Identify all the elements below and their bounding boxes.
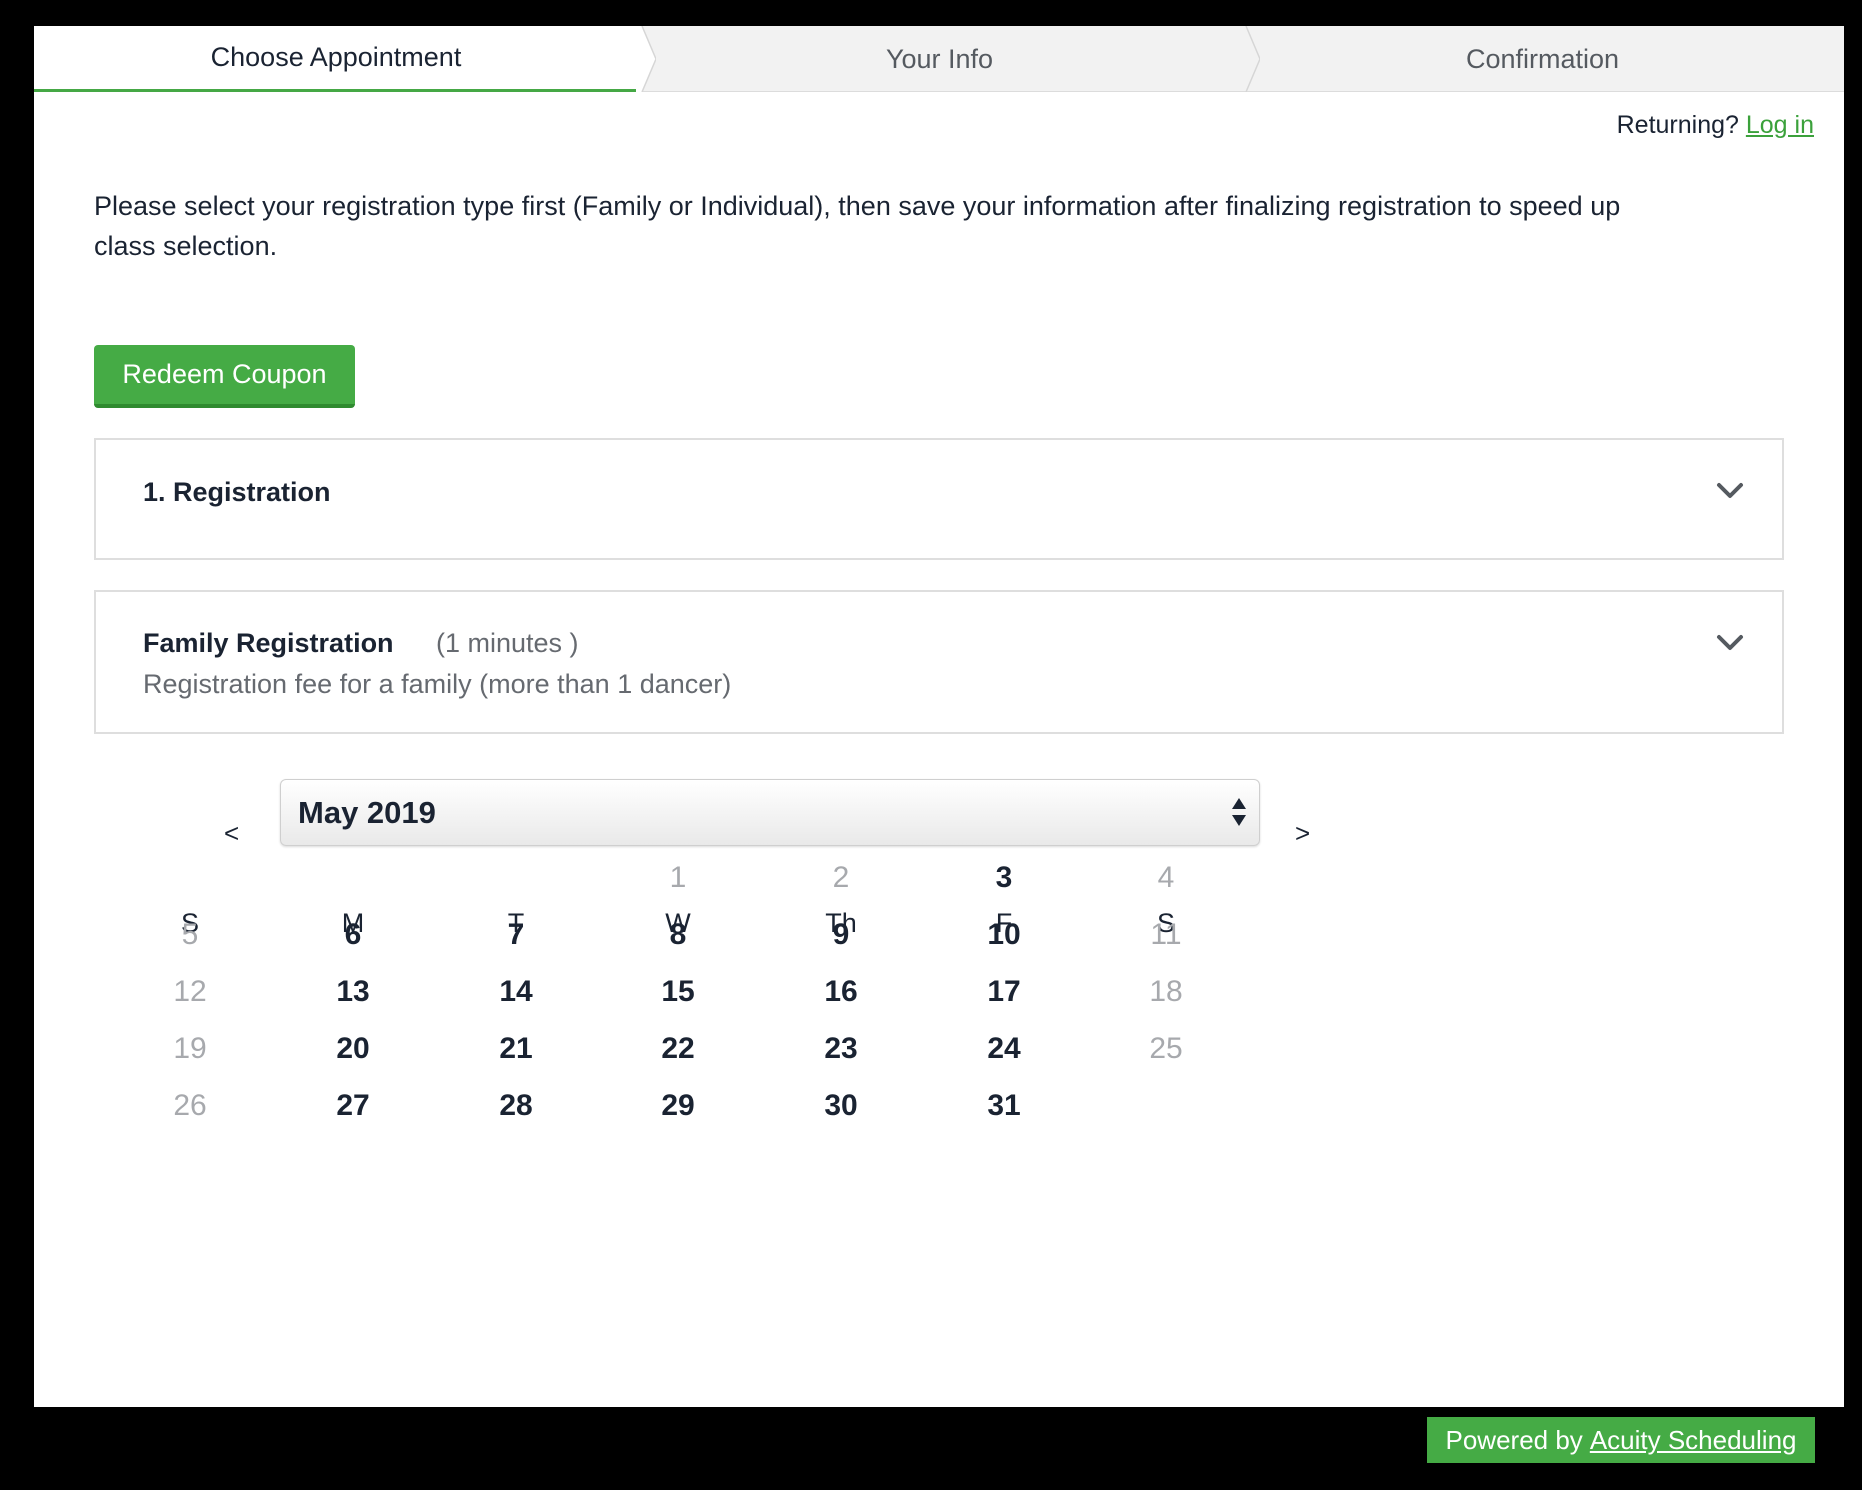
- calendar-day-available[interactable]: 29: [618, 1089, 738, 1123]
- calendar-day-available[interactable]: 8: [618, 918, 738, 952]
- appointment-panel[interactable]: Family Registration (1 minutes ) Registr…: [94, 590, 1784, 734]
- calendar-day-available[interactable]: 31: [944, 1089, 1064, 1123]
- calendar-day-available[interactable]: 15: [618, 975, 738, 1009]
- calendar-day-available[interactable]: 6: [293, 918, 413, 952]
- calendar-day-available[interactable]: 30: [781, 1089, 901, 1123]
- calendar-day-available[interactable]: 10: [944, 918, 1064, 952]
- appointment-description: Registration fee for a family (more than…: [143, 669, 732, 699]
- category-title: 1. Registration: [143, 477, 331, 507]
- calendar-day-available[interactable]: 27: [293, 1089, 413, 1123]
- step-choose-appointment[interactable]: Choose Appointment: [34, 26, 638, 92]
- calendar-day-available[interactable]: 9: [781, 918, 901, 952]
- calendar-day-unavailable: 1: [669, 861, 687, 894]
- scheduler-frame: Choose Appointment Your Info Confirmatio…: [34, 26, 1844, 1407]
- prev-month-button[interactable]: <: [224, 818, 239, 849]
- calendar-day-available[interactable]: 7: [456, 918, 576, 952]
- category-panel[interactable]: 1. Registration: [94, 438, 1784, 560]
- chevron-down-icon[interactable]: [1716, 634, 1744, 652]
- returning-label: Returning?: [1616, 111, 1739, 139]
- calendar-day-available[interactable]: 16: [781, 975, 901, 1009]
- calendar-day-available[interactable]: 28: [456, 1089, 576, 1123]
- calendar-day-available[interactable]: 17: [944, 975, 1064, 1009]
- calendar-day-available[interactable]: 3: [944, 861, 1064, 895]
- appointment-duration: (1 minutes ): [436, 628, 579, 658]
- acuity-link[interactable]: Acuity Scheduling: [1590, 1425, 1797, 1456]
- calendar-day-unavailable: 19: [173, 1032, 207, 1065]
- powered-by-badge: Powered by Acuity Scheduling: [1427, 1417, 1815, 1463]
- month-label: May 2019: [298, 795, 436, 830]
- step-confirmation[interactable]: Confirmation: [1241, 26, 1844, 92]
- calendar-day-available[interactable]: 13: [293, 975, 413, 1009]
- calendar-day-unavailable: 12: [173, 975, 207, 1008]
- calendar-day-available[interactable]: 20: [293, 1032, 413, 1066]
- calendar-day-available[interactable]: 21: [456, 1032, 576, 1066]
- returning-prompt: Returning? Log in: [1617, 111, 1814, 140]
- calendar-day-available[interactable]: 22: [618, 1032, 738, 1066]
- redeem-coupon-button[interactable]: Redeem Coupon: [94, 345, 355, 408]
- calendar-day-unavailable: 2: [832, 861, 850, 894]
- select-arrows-icon: [1232, 798, 1246, 826]
- calendar-day-unavailable: 4: [1157, 861, 1175, 894]
- appointment-title: Family Registration: [143, 628, 394, 658]
- calendar-day-unavailable: 26: [173, 1089, 207, 1122]
- calendar-day-unavailable: 5: [181, 918, 199, 951]
- intro-text: Please select your registration type fir…: [94, 191, 1621, 261]
- next-month-button[interactable]: >: [1295, 818, 1310, 849]
- step-your-info[interactable]: Your Info: [638, 26, 1241, 92]
- month-select[interactable]: May 2019: [280, 779, 1260, 846]
- step-separator-icon: [1245, 26, 1260, 92]
- calendar-day-unavailable: 25: [1149, 1032, 1183, 1065]
- calendar-day-available[interactable]: 14: [456, 975, 576, 1009]
- calendar-day-unavailable: 11: [1150, 918, 1182, 951]
- powered-by-label: Powered by: [1445, 1424, 1583, 1455]
- progress-steps: Choose Appointment Your Info Confirmatio…: [34, 26, 1844, 92]
- step-separator-icon: [636, 26, 656, 92]
- calendar-day-unavailable: 18: [1149, 975, 1183, 1008]
- calendar-day-available[interactable]: 24: [944, 1032, 1064, 1066]
- login-link[interactable]: Log in: [1746, 111, 1814, 139]
- calendar-day-available[interactable]: 23: [781, 1032, 901, 1066]
- chevron-down-icon[interactable]: [1716, 482, 1744, 500]
